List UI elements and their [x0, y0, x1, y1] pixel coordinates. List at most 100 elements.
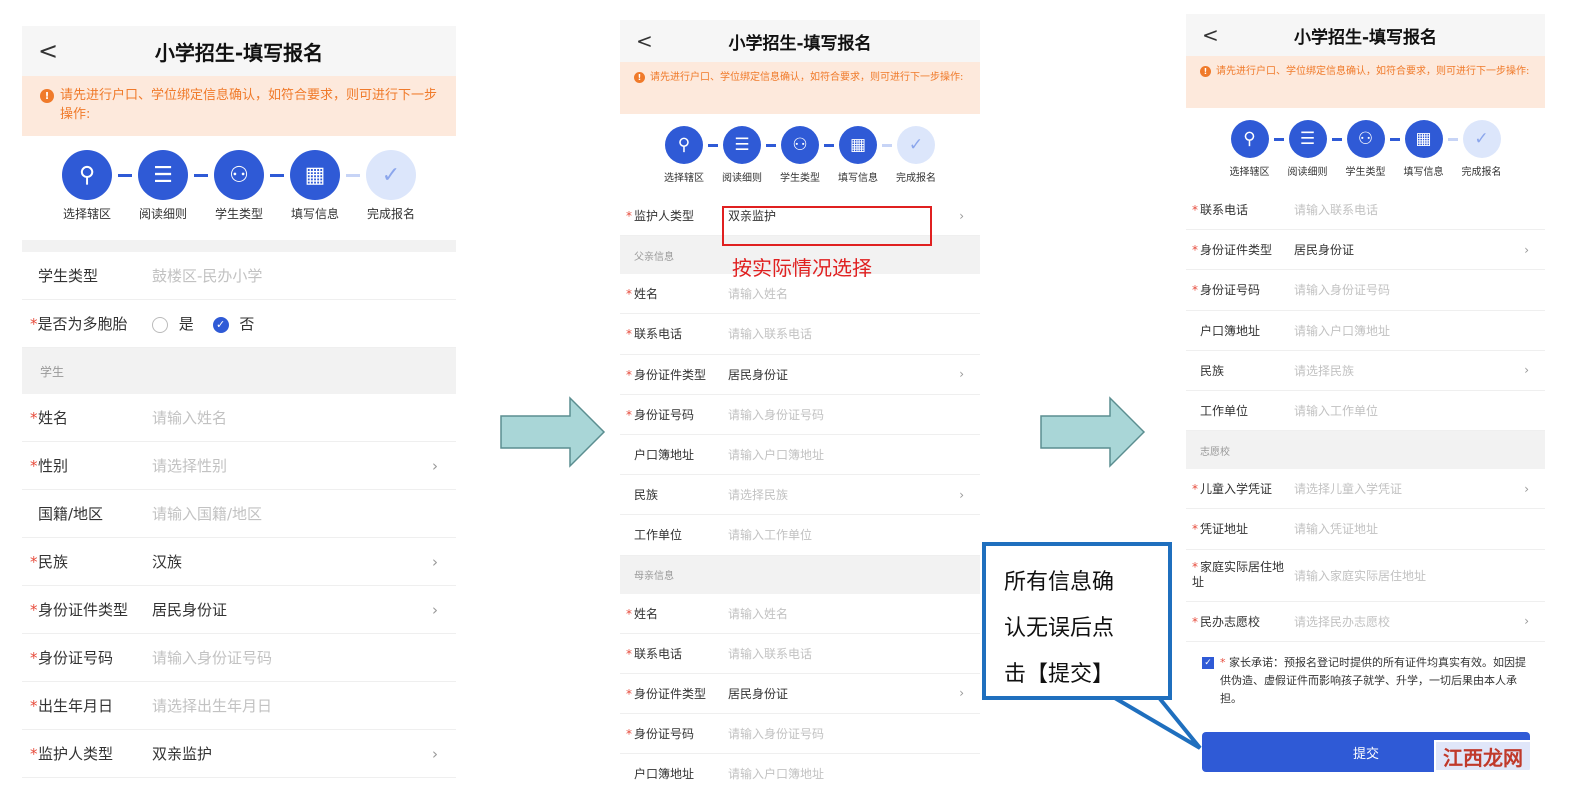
form-row[interactable]: *姓名 请输入姓名 — [22, 394, 456, 442]
chevron-right-icon[interactable]: › — [432, 553, 438, 571]
field-input[interactable]: 请输入凭证地址 — [1294, 520, 1529, 537]
back-arrow-icon[interactable]: < — [38, 37, 58, 65]
field-input[interactable]: 请输入户口簿地址 — [1294, 322, 1529, 339]
field-input[interactable]: 请选择性别 — [152, 455, 432, 476]
form-row[interactable]: 户口簿地址 请输入户口簿地址 — [620, 754, 980, 787]
form-row[interactable]: 工作单位 请输入工作单位 — [620, 515, 980, 556]
form-row[interactable]: * 民办志愿校 请选择民办志愿校 › — [1186, 602, 1545, 642]
form-row[interactable]: *身份证件类型 居民身份证› — [1186, 230, 1545, 271]
form-row[interactable]: *身份证件类型 居民身份证› — [22, 586, 456, 634]
form-row[interactable]: *性别 请选择性别 › — [22, 442, 456, 490]
chevron-right-icon[interactable]: › — [432, 745, 438, 763]
field-input[interactable]: 请输入姓名 — [728, 605, 964, 622]
field-input[interactable]: 请输入联系电话 — [728, 325, 964, 342]
step-3: ⚇ 学生类型 — [780, 126, 820, 184]
field-input[interactable]: 请输入身份证号码 — [1294, 281, 1529, 298]
chevron-right-icon[interactable]: › — [959, 209, 964, 223]
chevron-right-icon[interactable]: › — [1524, 482, 1529, 496]
chevron-right-icon[interactable]: › — [1524, 614, 1529, 628]
required-marker: * — [626, 686, 632, 701]
form-row[interactable]: * 联系电话 请输入联系电话 — [620, 314, 980, 355]
notice-text: 请先进行户口、学位绑定信息确认，如符合要求，则可进行下一步操作: — [60, 88, 438, 122]
field-input[interactable]: 请选择民族 — [1294, 362, 1524, 379]
required-marker: * — [30, 649, 38, 667]
twins-no-label[interactable]: 否 — [239, 315, 254, 333]
form-row[interactable]: 民族 请选择民族 › — [620, 475, 980, 516]
field-input[interactable]: 请输入姓名 — [728, 285, 964, 302]
commitment-checkbox[interactable]: ✓ — [1202, 656, 1214, 669]
field-value[interactable]: 居民身份证 — [728, 685, 959, 702]
step-label: 选择辖区 — [664, 173, 704, 184]
form-row[interactable]: 户口簿地址 请输入户口簿地址 — [1186, 311, 1545, 351]
form-row[interactable]: *身份证号码 请输入身份证号码 — [620, 714, 980, 755]
form-row[interactable]: *出生年月日 请选择出生年月日 — [22, 682, 456, 730]
field-input[interactable]: 请输入身份证号码 — [728, 406, 964, 423]
form-row[interactable]: *身份证件类型 居民身份证› — [620, 355, 980, 395]
field-input[interactable]: 请输入身份证号码 — [152, 647, 438, 668]
form-row[interactable]: * 联系电话 请输入联系电话 — [1186, 190, 1545, 231]
form-row[interactable]: * 凭证地址 请输入凭证地址 — [1186, 509, 1545, 550]
field-input[interactable]: 请输入户口簿地址 — [728, 765, 964, 782]
chevron-right-icon[interactable]: › — [432, 601, 438, 619]
field-input[interactable]: 请输入户口簿地址 — [728, 446, 964, 463]
back-arrow-icon[interactable]: < — [636, 29, 653, 53]
step-label: 完成报名 — [1461, 167, 1502, 178]
required-marker: * — [626, 209, 632, 224]
form-row[interactable]: 工作单位 请输入工作单位 — [1186, 391, 1545, 432]
back-arrow-icon[interactable]: < — [1202, 23, 1219, 47]
form-row[interactable]: *姓名 请输入姓名 — [620, 594, 980, 634]
twins-no-radio[interactable]: ✓ — [212, 316, 229, 333]
twins-yes-radio[interactable] — [152, 316, 168, 333]
form-row[interactable]: *监护人类型 双亲监护› — [22, 730, 456, 778]
form-row[interactable]: * 家庭实际居住地址 请输入家庭实际居住地址 — [1186, 550, 1545, 602]
page-title: 小学招生-填写报名 — [1293, 27, 1438, 48]
field-label: 监护人类型 — [634, 209, 695, 224]
required-marker: * — [30, 457, 38, 475]
notice-text: 请先进行户口、学位绑定信息确认，如符合要求，则可进行下一步操作: — [650, 72, 964, 83]
field-value[interactable]: 汉族 — [152, 551, 432, 572]
field-input[interactable]: 请选择民族 — [728, 486, 959, 503]
field-input[interactable]: 请输入身份证号码 — [728, 725, 964, 742]
phone-screen-3: < 小学招生-填写报名 ! 请先进行户口、学位绑定信息确认，如符合要求，则可进行… — [1186, 14, 1545, 787]
field-value[interactable]: 居民身份证 — [152, 599, 432, 620]
form-row[interactable]: 国籍/地区 请输入国籍/地区 — [22, 490, 456, 538]
field-input[interactable]: 请输入联系电话 — [728, 645, 964, 662]
form-row[interactable]: * 儿童入学凭证 请选择儿童入学凭证 › — [1186, 469, 1545, 510]
field-input[interactable]: 请选择儿童入学凭证 — [1294, 480, 1524, 497]
field-value[interactable]: 居民身份证 — [1294, 241, 1524, 258]
chevron-right-icon[interactable]: › — [959, 367, 964, 381]
field-input[interactable]: 请输入工作单位 — [1294, 402, 1529, 419]
field-value[interactable]: 居民身份证 — [728, 366, 959, 383]
form-row[interactable]: *民族 汉族 › — [22, 538, 456, 586]
chevron-right-icon[interactable]: › — [1524, 363, 1529, 377]
field-input[interactable]: 请输入联系电话 — [1294, 201, 1529, 218]
field-input[interactable]: 请输入国籍/地区 — [152, 503, 438, 524]
form-row[interactable]: 户口簿地址 请输入户口簿地址 — [620, 435, 980, 476]
field-value[interactable]: 双亲监护 — [152, 743, 432, 764]
field-input[interactable]: 请输入家庭实际居住地址 — [1294, 567, 1529, 584]
highlight-box — [722, 206, 932, 246]
field-input[interactable]: 请选择民办志愿校 — [1294, 613, 1524, 630]
step-connector — [346, 174, 360, 177]
required-marker: * — [30, 601, 38, 619]
form-row[interactable]: *身份证号码 请输入身份证号码 — [620, 395, 980, 435]
form-row[interactable]: 学生类型 鼓楼区-民办小学 — [22, 252, 456, 300]
chevron-right-icon[interactable]: › — [432, 457, 438, 475]
form-row[interactable]: 民族 请选择民族 › — [1186, 351, 1545, 391]
required-marker: * — [1192, 203, 1198, 218]
required-marker: * — [1192, 482, 1198, 497]
field-input[interactable]: 请输入工作单位 — [728, 526, 964, 543]
form-row[interactable]: * 联系电话 请输入联系电话 — [620, 634, 980, 674]
form-row[interactable]: *身份证号码 请输入身份证号码 — [1186, 270, 1545, 311]
form-row[interactable]: *身份证号码 请输入身份证号码 — [22, 634, 456, 682]
field-input[interactable]: 请选择出生年月日 — [152, 695, 438, 716]
form-row[interactable]: *身份证件类型 居民身份证› — [620, 674, 980, 715]
document-icon: ☰ — [723, 126, 761, 164]
chevron-right-icon[interactable]: › — [1524, 243, 1529, 257]
chevron-right-icon[interactable]: › — [959, 686, 964, 700]
form-icon: ▦ — [290, 150, 340, 200]
twins-yes-label[interactable]: 是 — [179, 315, 194, 333]
field-input[interactable]: 鼓楼区-民办小学 — [152, 265, 438, 286]
chevron-right-icon[interactable]: › — [959, 488, 964, 502]
field-input[interactable]: 请输入姓名 — [152, 407, 438, 428]
